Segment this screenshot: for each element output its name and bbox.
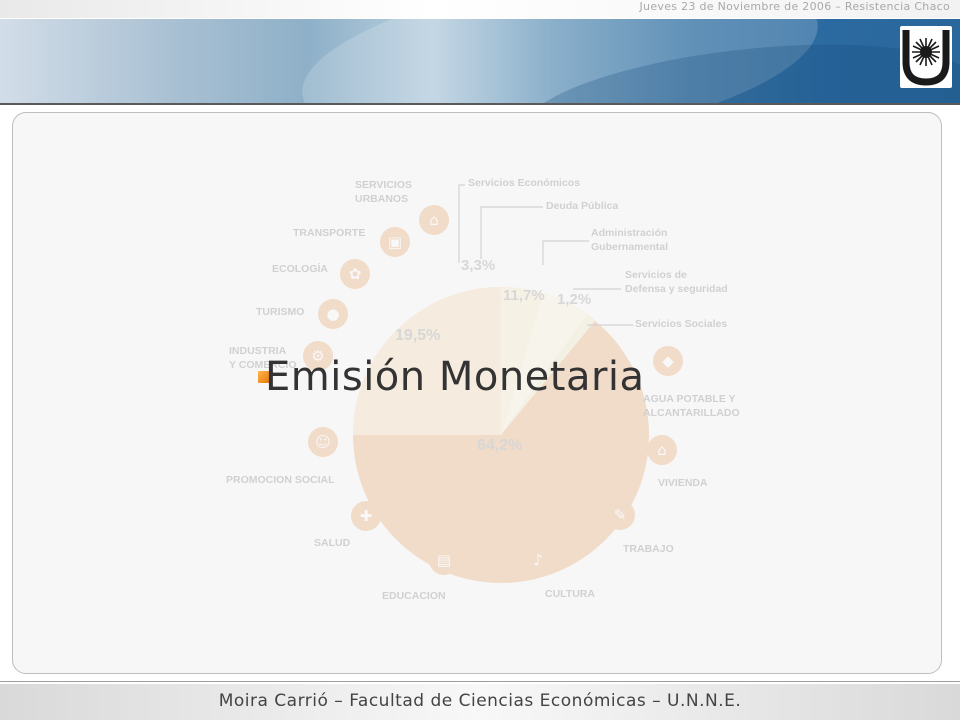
sector-label: TURISMO (256, 306, 305, 318)
slide-title: Emisión Monetaria (265, 354, 645, 400)
legend-label: Servicios Sociales (635, 318, 728, 330)
sector-label: EDUCACION (382, 590, 446, 602)
pie-percent-label: 64,2% (477, 437, 523, 454)
sector-label: PROMOCION SOCIAL (226, 474, 335, 486)
legend-label: Administración Gubernamental (591, 227, 669, 253)
ecology-icon: ✿ (340, 259, 370, 289)
university-logo (900, 26, 952, 88)
social-promotion-icon: ☺ (308, 427, 338, 457)
tourism-icon: ● (318, 299, 348, 329)
sector-label: TRANSPORTE (293, 227, 366, 239)
pie-percent-label: 3,3% (461, 257, 496, 274)
water-icon: ◆ (653, 346, 683, 376)
pie-percent-label: 1,2% (557, 291, 592, 308)
sector-label: CULTURA (545, 588, 595, 600)
pie-percent-label: 11,7% (503, 287, 545, 304)
transport-icon: ▣ (380, 227, 410, 257)
sector-label: TRABAJO (623, 543, 674, 555)
sector-label: SERVICIOS URBANOS (355, 179, 412, 205)
legend-label: Deuda Pública (546, 200, 619, 212)
pie-percent-label: 19,5% (395, 327, 441, 344)
legend-label: Servicios Económicos (468, 177, 581, 189)
health-icon: ✚ (351, 501, 381, 531)
housing-icon: ⌂ (647, 435, 677, 465)
footer-credit-text: Moira Carrió – Facultad de Ciencias Econ… (218, 691, 742, 711)
urban-services-icon: ⌂ (419, 205, 449, 235)
sector-label: VIVIENDA (658, 477, 708, 489)
header-divider (0, 103, 960, 105)
header-banner (0, 19, 960, 103)
sector-label: SALUD (314, 537, 351, 549)
date-location-text: Jueves 23 de Noviembre de 2006 – Resiste… (639, 0, 950, 13)
header-strip: Jueves 23 de Noviembre de 2006 – Resiste… (0, 0, 960, 18)
culture-icon: ♪ (523, 545, 553, 575)
education-icon: ▤ (429, 545, 459, 575)
sector-label: AGUA POTABLE Y ALCANTARILLADO (643, 393, 740, 419)
work-icon: ✎ (605, 500, 635, 530)
sector-label: ECOLOGÍA (272, 263, 329, 275)
legend-label: Servicios de Defensa y seguridad (625, 269, 728, 295)
footer-divider (0, 681, 960, 682)
